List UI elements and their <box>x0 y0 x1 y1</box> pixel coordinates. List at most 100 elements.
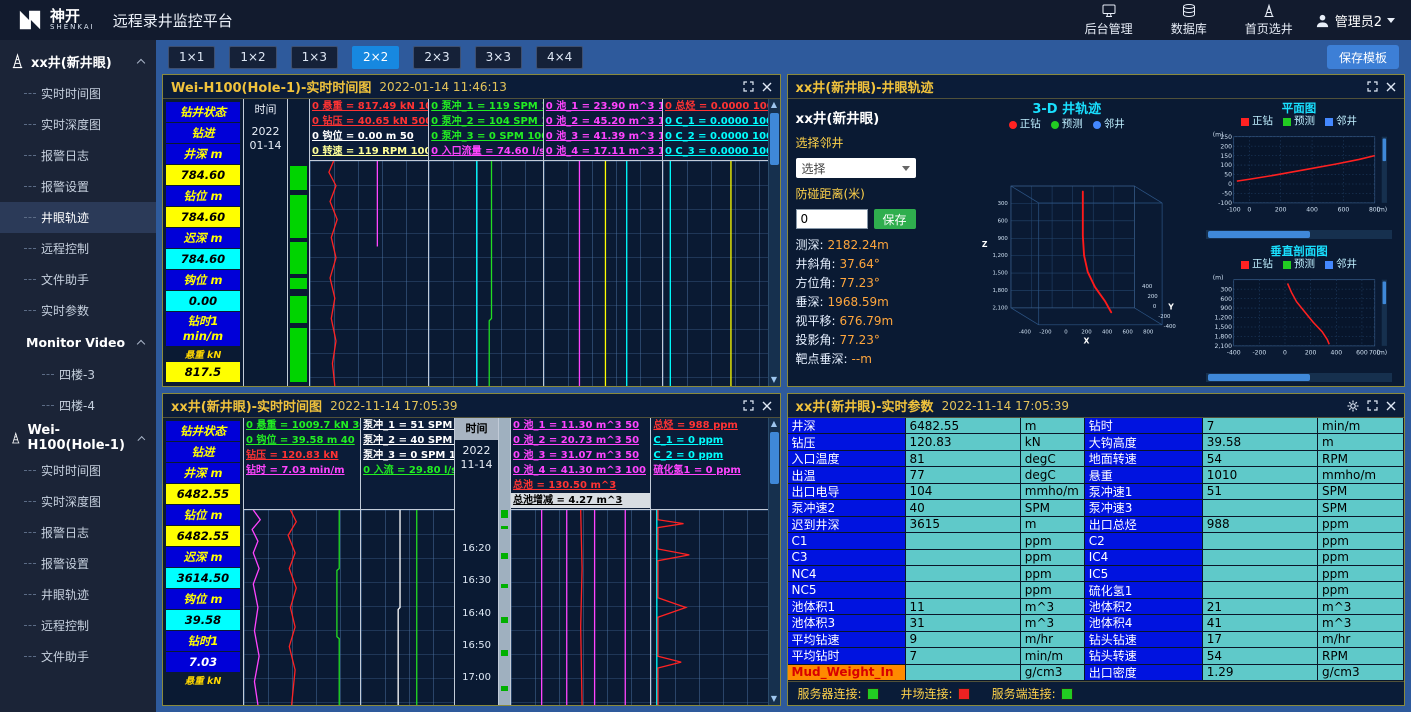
sidebar-item-12[interactable]: Wei-H100(Hole-1) <box>0 421 156 455</box>
sidebar-item-9[interactable]: Monitor Video <box>0 326 156 359</box>
sidebar-item-0[interactable]: xx井(新井眼) <box>0 44 156 78</box>
nav-item-home-well[interactable]: 首页选井 <box>1245 3 1293 37</box>
sidebar-item-label: 实时时间图 <box>41 85 101 102</box>
panel-timestamp: 2022-11-14 17:05:39 <box>942 399 1069 413</box>
sidebar-item-15[interactable]: 报警日志 <box>0 517 156 548</box>
scrollbar-thumb[interactable] <box>770 432 779 484</box>
legend-swatch <box>1009 121 1017 129</box>
sidebar-item-6[interactable]: 远程控制 <box>0 233 156 264</box>
scroll-down-arrow[interactable]: ▼ <box>769 693 780 705</box>
info-value: 1968.59m <box>828 293 889 312</box>
param-unit: ppm <box>1318 550 1404 566</box>
sidebar-item-10[interactable]: 四楼-3 <box>0 359 156 390</box>
layout-button-1x3[interactable]: 1×3 <box>291 46 338 69</box>
section-horizontal-scrollbar[interactable] <box>1206 373 1392 382</box>
well-name: xx井(新井眼) <box>796 107 932 127</box>
user-menu[interactable]: 管理员2 <box>1315 11 1395 30</box>
sidebar-item-label: 实时时间图 <box>41 462 101 479</box>
sidebar-item-17[interactable]: 井眼轨迹 <box>0 579 156 610</box>
curve-scale-label: 泵冲_3 = 0 SPM 120 <box>361 448 454 463</box>
param-box: 钻井状态 <box>166 421 240 441</box>
param-unit: ppm <box>1021 582 1085 598</box>
sidebar-item-7[interactable]: 文件助手 <box>0 264 156 295</box>
legend-swatch <box>1325 261 1333 269</box>
expand-icon[interactable] <box>743 400 754 411</box>
param-value: 77 <box>906 467 1021 483</box>
param-box: 3614.50 <box>166 568 240 588</box>
sidebar-item-3[interactable]: 报警日志 <box>0 140 156 171</box>
scroll-down-arrow[interactable]: ▼ <box>769 374 780 386</box>
top-header: 神开 SHENKAI 远程录井监控平台 后台管理数据库首页选井 管理员2 <box>0 0 1411 40</box>
collision-distance-input[interactable] <box>796 209 868 229</box>
svg-text:400: 400 <box>1101 329 1112 335</box>
svg-text:900: 900 <box>1220 305 1232 312</box>
scrollbar-thumb[interactable] <box>770 113 779 165</box>
svg-text:600: 600 <box>1356 350 1368 357</box>
neighbor-well-select[interactable]: 选择 <box>796 158 916 178</box>
sidebar-item-4[interactable]: 报警设置 <box>0 171 156 202</box>
chart-vertical-scrollbar[interactable]: ▲▼ <box>768 418 780 705</box>
gear-icon[interactable] <box>1347 400 1359 412</box>
sidebar-item-11[interactable]: 四楼-4 <box>0 390 156 421</box>
param-label: 迟到井深 <box>788 517 906 533</box>
close-icon[interactable] <box>1386 82 1396 92</box>
sidebar-item-18[interactable]: 远程控制 <box>0 610 156 641</box>
panel-title-bar: xx井(新井眼)-实时参数 2022-11-14 17:05:39 <box>788 394 1405 418</box>
svg-text:0: 0 <box>1247 207 1251 214</box>
sidebar-item-19[interactable]: 文件助手 <box>0 641 156 672</box>
param-unit: kN <box>1021 434 1085 450</box>
status-indicator <box>1061 688 1073 700</box>
brand-name-en: SHENKAI <box>50 24 95 31</box>
legend-item: 正钻 <box>1241 258 1273 271</box>
curve-scale-label: 总烃 = 988 ppm <box>651 418 767 433</box>
legend-item: 预测 <box>1051 118 1083 131</box>
param-value <box>1203 550 1318 566</box>
curve-scale-label: 总池 = 130.50 m^3 <box>511 478 650 493</box>
param-unit: ppm <box>1021 566 1085 582</box>
curve-scale-label: 0 入口流量 = 74.60 l/s 100 <box>429 144 543 159</box>
sidebar-item-2[interactable]: 实时深度图 <box>0 109 156 140</box>
close-icon[interactable] <box>1386 401 1396 411</box>
legend-item: 邻井 <box>1325 115 1357 128</box>
layout-button-4x4[interactable]: 4×4 <box>536 46 583 69</box>
sidebar-item-14[interactable]: 实时深度图 <box>0 486 156 517</box>
nav-item-database[interactable]: 数据库 <box>1171 3 1207 37</box>
layout-button-3x3[interactable]: 3×3 <box>475 46 522 69</box>
param-label: IC5 <box>1085 566 1203 582</box>
save-distance-button[interactable]: 保存 <box>874 209 916 229</box>
param-label: 池体积1 <box>788 599 906 615</box>
close-icon[interactable] <box>762 401 772 411</box>
nav-item-admin[interactable]: 后台管理 <box>1085 3 1133 37</box>
sidebar-item-5[interactable]: 井眼轨迹 <box>0 202 156 233</box>
info-value: 676.79m <box>840 312 894 331</box>
sidebar-item-8[interactable]: 实时参数 <box>0 295 156 326</box>
param-label: 泵冲速3 <box>1085 500 1203 516</box>
save-template-button[interactable]: 保存模板 <box>1327 45 1399 69</box>
vertical-section-chart: 垂直剖面图 正钻预测邻井 -400-2000200400600700300600… <box>1198 244 1400 384</box>
sidebar-item-13[interactable]: 实时时间图 <box>0 455 156 486</box>
layout-button-2x2[interactable]: 2×2 <box>352 46 399 69</box>
curve-scale-label: 0 泵冲_2 = 104 SPM 100 <box>429 114 543 129</box>
svg-text:0: 0 <box>1152 304 1156 310</box>
expand-icon[interactable] <box>743 81 754 92</box>
scroll-up-arrow[interactable]: ▲ <box>769 418 780 430</box>
sidebar-item-1[interactable]: 实时时间图 <box>0 78 156 109</box>
close-icon[interactable] <box>762 82 772 92</box>
chart-vertical-scrollbar[interactable]: ▲▼ <box>768 99 780 386</box>
sidebar-item-16[interactable]: 报警设置 <box>0 548 156 579</box>
plan-horizontal-scrollbar[interactable] <box>1206 230 1392 239</box>
layout-button-1x1[interactable]: 1×1 <box>168 46 215 69</box>
panel-timestamp: 2022-11-14 17:05:39 <box>330 399 457 413</box>
expand-icon[interactable] <box>1367 400 1378 411</box>
param-unit: g/cm3 <box>1318 665 1404 681</box>
status-label: 服务端连接: <box>992 685 1056 702</box>
scroll-up-arrow[interactable]: ▲ <box>769 99 780 111</box>
layout-button-2x3[interactable]: 2×3 <box>413 46 460 69</box>
expand-icon[interactable] <box>1367 81 1378 92</box>
info-label: 测深: <box>796 236 824 255</box>
param-unit: degC <box>1021 451 1085 467</box>
connection-status: 服务端连接: <box>992 685 1073 702</box>
sidebar-item-label: 文件助手 <box>41 648 89 665</box>
info-label: 井斜角: <box>796 255 836 274</box>
layout-button-1x2[interactable]: 1×2 <box>229 46 276 69</box>
